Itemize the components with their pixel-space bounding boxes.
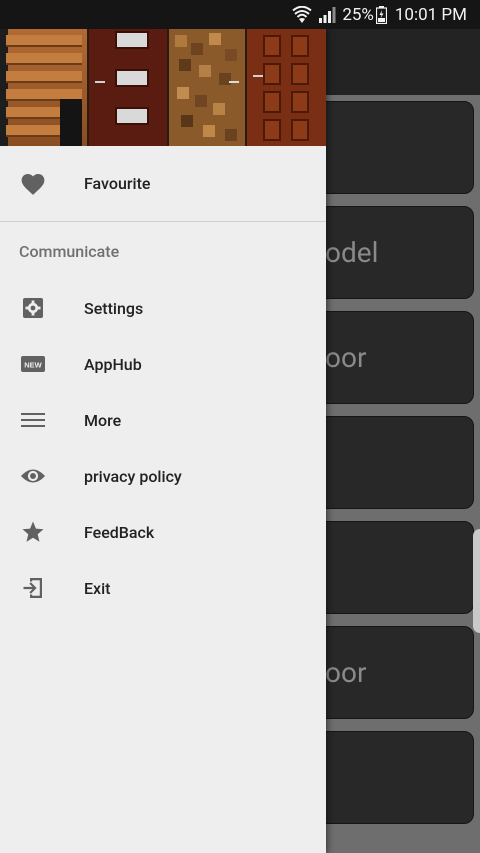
menu-item-label: AppHub: [84, 354, 142, 374]
menu-item-exit[interactable]: Exit: [0, 560, 326, 616]
card-label: oor: [325, 341, 367, 374]
card-label: odel: [325, 236, 379, 269]
menu-item-label: privacy policy: [84, 466, 182, 486]
drawer-menu: Favourite Communicate Settings NEW AppHu…: [0, 146, 326, 616]
battery-icon: [375, 5, 387, 24]
star-icon: [20, 519, 46, 545]
battery-percent: 25%: [342, 4, 374, 25]
settings-icon: [20, 295, 46, 321]
new-badge-icon: NEW: [20, 351, 46, 377]
card-label: oor: [325, 656, 367, 689]
navigation-drawer: Favourite Communicate Settings NEW AppHu…: [0, 29, 326, 853]
door-image-4: [246, 29, 326, 146]
menu-item-label: Exit: [84, 578, 111, 598]
menu-item-label: Favourite: [84, 174, 151, 193]
status-bar: 25% 10:01 PM: [0, 0, 480, 29]
section-header-communicate: Communicate: [19, 241, 120, 261]
menu-lines-icon: [20, 407, 46, 433]
menu-item-apphub[interactable]: NEW AppHub: [0, 336, 326, 392]
menu-item-more[interactable]: More: [0, 392, 326, 448]
heart-icon: [20, 171, 46, 197]
menu-item-feedback[interactable]: FeedBack: [0, 504, 326, 560]
scroll-handle[interactable]: [473, 529, 480, 633]
door-image-3: [168, 29, 245, 146]
svg-text:NEW: NEW: [24, 361, 42, 370]
eye-icon: [20, 463, 46, 489]
menu-item-privacy-policy[interactable]: privacy policy: [0, 448, 326, 504]
app-screen: 25% 10:01 PM odel oor oor Favourite Comm…: [0, 0, 480, 853]
signal-icon: [318, 6, 336, 23]
menu-item-settings[interactable]: Settings: [0, 280, 326, 336]
door-image-1: [0, 29, 88, 146]
drawer-header-image: [0, 29, 326, 146]
exit-icon: [20, 575, 46, 601]
menu-item-label: Settings: [84, 298, 144, 318]
door-image-2: [89, 29, 167, 146]
menu-item-favourite[interactable]: Favourite: [0, 146, 326, 221]
menu-item-label: More: [84, 410, 122, 430]
menu-item-label: FeedBack: [84, 522, 155, 542]
clock: 10:01 PM: [394, 4, 467, 25]
wifi-icon: [292, 5, 312, 24]
